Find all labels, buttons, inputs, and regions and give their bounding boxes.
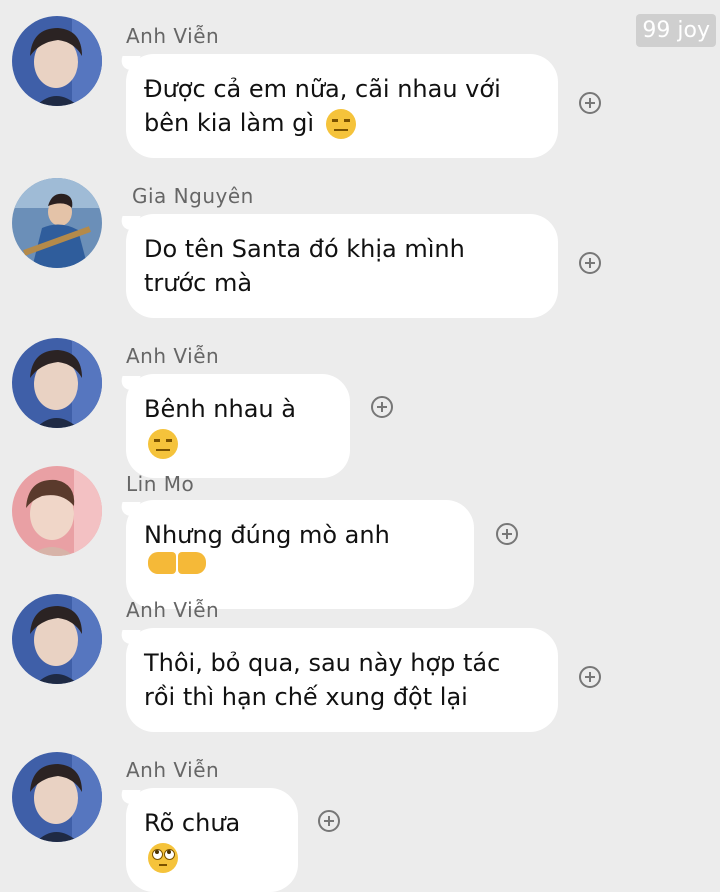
add-reaction-icon[interactable] [496,523,518,545]
watermark: 99 joy [636,14,716,47]
sender-name: Lin Mo [126,472,195,496]
sender-name: Anh Viễn [126,24,220,48]
message-text: rồi thì hạn chế xung đột lại [144,683,468,711]
add-reaction-icon[interactable] [579,252,601,274]
avatar[interactable] [12,752,102,842]
message-text: Nhưng đúng mò anh [144,521,390,549]
avatar[interactable] [12,178,102,268]
message-text: Bênh nhau à [144,395,296,423]
add-reaction-icon[interactable] [318,810,340,832]
message-text: bên kia làm gì [144,109,315,137]
expressionless-face-icon [325,109,356,139]
add-reaction-icon[interactable] [371,396,393,418]
avatar[interactable] [12,16,102,106]
message-text: trước mà [144,269,253,297]
avatar[interactable] [12,594,102,684]
sender-name: Anh Viễn [126,344,220,368]
chat-thread: 99 joy Anh Viễn Được cả em nữa, cãi nhau… [0,0,720,892]
sender-name: Anh Viễn [126,758,220,782]
avatar[interactable] [12,466,102,556]
message-bubble[interactable]: Được cả em nữa, cãi nhau với bên kia làm… [126,54,558,158]
message-bubble[interactable]: Thôi, bỏ qua, sau này hợp tác rồi thì hạ… [126,628,558,732]
message-bubble[interactable]: Rõ chưa [126,788,298,892]
pointing-hands-icon [148,552,206,591]
message-text: Thôi, bỏ qua, sau này hợp tác [144,649,501,677]
avatar[interactable] [12,338,102,428]
add-reaction-icon[interactable] [579,666,601,688]
expressionless-face-icon [148,429,178,459]
message-text: Do tên Santa đó khịa mình [144,235,465,263]
message-bubble[interactable]: Bênh nhau à [126,374,350,478]
message-text: Được cả em nữa, cãi nhau với [144,75,501,103]
message-bubble[interactable]: Nhưng đúng mò anh [126,500,474,609]
add-reaction-icon[interactable] [579,92,601,114]
message-bubble[interactable]: Do tên Santa đó khịa mình trước mà [126,214,558,318]
sender-name: Gia Nguyên [132,184,254,208]
message-text: Rõ chưa [144,809,241,837]
sender-name: Anh Viễn [126,598,220,622]
